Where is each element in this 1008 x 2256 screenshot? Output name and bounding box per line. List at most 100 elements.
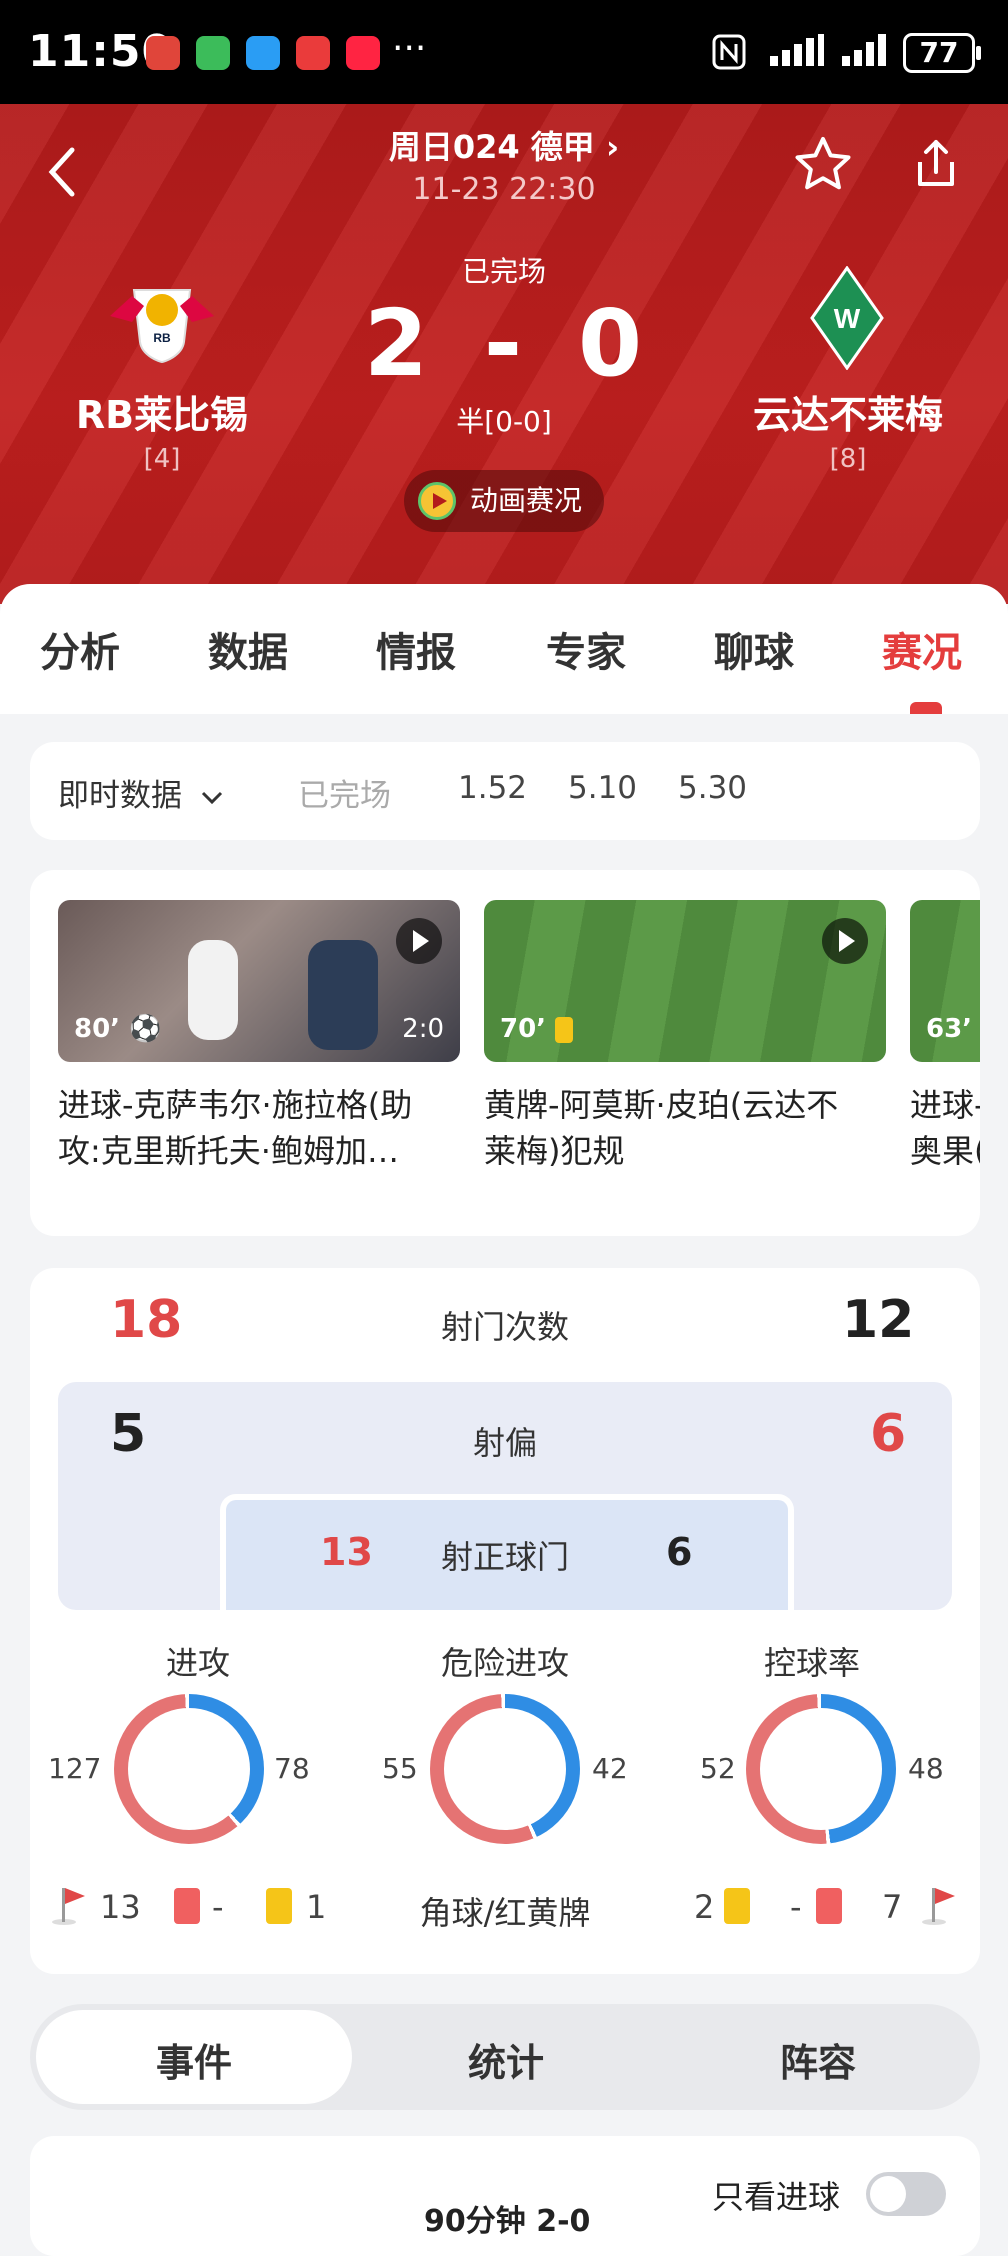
spectator-figure [308, 940, 378, 1050]
shots-breakdown: 5 射偏 6 13 射正球门 6 [58, 1382, 952, 1610]
video-minute: 63’ [926, 1014, 973, 1044]
shots-home: 18 [110, 1290, 183, 1350]
odds-dropdown[interactable]: 即时数据 [58, 770, 224, 815]
events-title: 90分钟 2-0 [424, 2204, 591, 2239]
player-figure [188, 940, 238, 1040]
odds-home-win: 1.52 [458, 770, 528, 806]
home-team-rank: [4] [143, 444, 181, 474]
shots-label: 射门次数 [440, 1308, 569, 1346]
home-score: 2 [363, 290, 430, 397]
events-card: 90分钟 2-0 只看进球 [30, 2136, 980, 2256]
odds-dropdown-label: 即时数据 [58, 778, 182, 814]
yellow-card-icon [724, 1888, 750, 1924]
shots-off-away: 6 [870, 1404, 907, 1464]
away-red-cards: - [790, 1888, 802, 1926]
more-notifications: ··· [392, 28, 427, 69]
red-card-icon [174, 1888, 200, 1924]
shots-on-home: 13 [320, 1530, 373, 1574]
kickoff-time: 11-23 22:30 [412, 172, 596, 207]
animation-live-button[interactable]: 动画赛况 [404, 470, 604, 532]
highlights-carousel: 80’ ⚽ 2:0 进球-克萨韦尔·施拉格(助 攻:克里斯托夫·鲍姆加… 70’… [30, 870, 980, 1236]
caption-line: 奥果( [910, 1132, 980, 1170]
corners-cards-label: 角球/红黄牌 [419, 1894, 591, 1932]
video-thumbnail[interactable]: 63’ [910, 900, 980, 1062]
goal-ball-icon: ⚽ [129, 1014, 162, 1044]
attack-away: 78 [274, 1752, 310, 1785]
play-icon[interactable] [396, 918, 442, 964]
goals-only-label: 只看进球 [712, 2178, 841, 2216]
animation-label: 动画赛况 [470, 484, 583, 517]
away-yellow-cards: 2 [694, 1888, 715, 1926]
caption-line: 攻:克里斯托夫·鲍姆加… [58, 1132, 399, 1170]
away-team-rank: [8] [829, 444, 867, 474]
book-icon [296, 36, 330, 70]
shots-on-away: 6 [666, 1530, 693, 1574]
caption-line: 莱梅)犯规 [484, 1132, 625, 1170]
possession-away: 48 [908, 1752, 944, 1785]
tab-live[interactable]: 赛况 [882, 620, 962, 678]
app-notification-icon [146, 36, 180, 70]
red-card-icon [816, 1888, 842, 1924]
possession-home: 52 [700, 1752, 736, 1785]
video-caption[interactable]: 进球-克萨韦尔·施拉格(助 攻:克里斯托夫·鲍姆加… [58, 1082, 460, 1174]
away-team-name[interactable]: 云达不莱梅 [698, 384, 998, 439]
attack-home: 127 [48, 1752, 102, 1785]
score-separator: - [483, 290, 525, 397]
match-header: 周日024 德甲 › 11-23 22:30 RB RB莱比锡 [4] 已完场 … [0, 104, 1008, 604]
caption-line: 黄牌-阿莫斯·皮珀(云达不 [484, 1086, 839, 1124]
league-round[interactable]: 周日024 德甲 › [0, 122, 1008, 168]
segment-stats[interactable]: 统计 [348, 2032, 664, 2087]
signal-icon-2 [840, 34, 892, 76]
video-minute: 80’ ⚽ [74, 1014, 162, 1044]
favorite-star-icon[interactable] [792, 134, 854, 196]
possession-donut-chart [746, 1694, 896, 1844]
dangerous-attack-away: 42 [592, 1752, 628, 1785]
share-icon[interactable] [908, 136, 964, 192]
video-caption[interactable]: 黄牌-阿莫斯·皮珀(云达不 莱梅)犯规 [484, 1082, 886, 1174]
play-icon [418, 482, 456, 520]
section-switch: 事件 统计 阵容 [30, 2004, 980, 2110]
caption-line: 进球- [910, 1086, 980, 1124]
nfc-icon [712, 34, 746, 78]
shots-off-home: 5 [110, 1404, 147, 1464]
segment-events[interactable]: 事件 [36, 2032, 352, 2087]
home-corners: 13 [100, 1888, 141, 1926]
tab-expert[interactable]: 专家 [546, 620, 626, 678]
home-yellow-cards: 1 [306, 1888, 327, 1926]
tab-chat[interactable]: 聊球 [714, 620, 794, 678]
tab-data[interactable]: 数据 [208, 620, 288, 678]
segment-lineup[interactable]: 阵容 [660, 2032, 976, 2087]
tab-analysis[interactable]: 分析 [40, 620, 120, 678]
tab-bar: 分析 数据 情报 专家 聊球 赛况 [0, 584, 1008, 714]
video-thumbnail[interactable]: 80’ ⚽ 2:0 [58, 900, 460, 1062]
odds-status: 已完场 [298, 778, 391, 814]
svg-text:W: W [834, 303, 861, 334]
active-tab-indicator [910, 702, 942, 714]
dangerous-attack-donut-chart [430, 1694, 580, 1844]
odds-bar: 即时数据 已完场 1.52 5.10 5.30 [30, 742, 980, 840]
goals-only-toggle[interactable] [866, 2172, 946, 2216]
yellow-card-icon [555, 1016, 574, 1043]
attack-label: 进攻 [165, 1644, 230, 1682]
caption-line: 进球-克萨韦尔·施拉格(助 [58, 1086, 413, 1124]
play-icon[interactable] [822, 918, 868, 964]
status-bar: 11:50 ··· 77 [0, 0, 1008, 104]
dangerous-attack-home: 55 [382, 1752, 418, 1785]
possession-label: 控球率 [763, 1644, 860, 1682]
match-stats-card: 18 射门次数 1 2 5 射偏 6 13 射正球门 6 进攻 127 78 危险… [30, 1268, 980, 1974]
shots-off-label: 射偏 [472, 1424, 537, 1462]
away-team-logo[interactable]: W [810, 265, 884, 371]
xiaohongshu-icon [346, 36, 380, 70]
video-caption[interactable]: 进球- 奥果( [910, 1082, 980, 1174]
odds-draw: 5.10 [568, 770, 638, 806]
video-score: 2:0 [402, 1014, 444, 1044]
wechat-icon [196, 36, 230, 70]
dangerous-attack-label: 危险进攻 [440, 1644, 569, 1682]
signal-icon-1 [760, 34, 826, 76]
away-corners: 7 [882, 1888, 903, 1926]
yellow-card-icon [266, 1888, 292, 1924]
tab-intel[interactable]: 情报 [376, 620, 456, 678]
battery-icon: 77 [903, 33, 981, 73]
corner-flag-icon [52, 1888, 85, 1925]
video-thumbnail[interactable]: 70’ [484, 900, 886, 1062]
